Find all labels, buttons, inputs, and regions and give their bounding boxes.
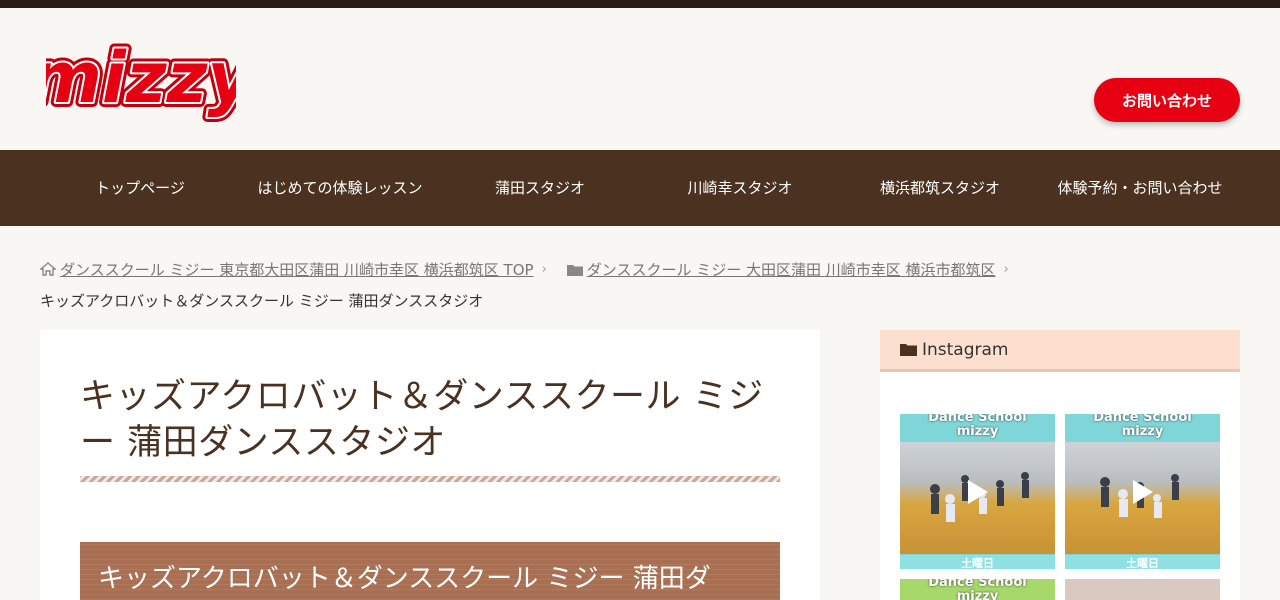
post-caption: 土曜日 [1065, 555, 1220, 569]
contact-button[interactable]: お問い合わせ [1094, 78, 1240, 122]
svg-text:mizzy: mizzy [46, 37, 236, 119]
widget-title-text: Instagram [922, 339, 1009, 360]
widget-title: Instagram [880, 330, 1240, 372]
top-bar [0, 0, 1280, 8]
instagram-post[interactable]: Dance School mizzy 土曜日 [1065, 414, 1220, 569]
section-heading-text: キッズアクロバット＆ダンススクール ミジー 蒲田ダ [98, 564, 711, 594]
nav-item-kamata[interactable]: 蒲田スタジオ [440, 150, 640, 226]
chevron-right-icon: › [541, 261, 547, 277]
nav-item-label: はじめての体験レッスン [257, 178, 423, 197]
nav-item-label: 横浜都筑スタジオ [879, 178, 1000, 197]
main-content: キッズアクロバット＆ダンススクール ミジー 蒲田ダンススタジオ キッズアクロバッ… [40, 330, 820, 600]
instagram-post[interactable]: Dance School mizzy 土曜日 [900, 414, 1055, 569]
page-title: キッズアクロバット＆ダンススクール ミジー 蒲田ダンススタジオ [80, 377, 764, 463]
home-icon [40, 262, 56, 276]
nav-item-trial[interactable]: はじめての体験レッスン [240, 150, 440, 226]
folder-icon [900, 344, 917, 356]
global-nav: トップページ はじめての体験レッスン 蒲田スタジオ 川崎幸スタジオ 横浜都筑スタ… [0, 150, 1280, 226]
nav-item-contact[interactable]: 体験予約・お問い合わせ [1040, 150, 1240, 226]
post-caption: mizzy [956, 424, 999, 439]
nav-item-label: 川崎幸スタジオ [687, 178, 793, 197]
post-caption: 土曜日 [900, 555, 1055, 569]
folder-icon [566, 264, 583, 276]
breadcrumb-home-link[interactable]: ダンススクール ミジー 東京都大田区蒲田 川崎市幸区 横浜都筑区 TOP [60, 259, 534, 280]
nav-item-label: 蒲田スタジオ [494, 178, 585, 197]
breadcrumb-current: キッズアクロバット＆ダンススクール ミジー 蒲田ダンススタジオ [40, 292, 484, 310]
play-icon [1133, 480, 1153, 504]
play-icon [968, 480, 988, 504]
post-caption: mizzy [956, 589, 999, 600]
sidebar: Instagram Dance School mizzy 土曜日 Dance S… [880, 330, 1240, 600]
chevron-right-icon: › [1003, 261, 1009, 277]
mizzy-logo[interactable]: mizzy mizzy mizzy [46, 30, 236, 134]
breadcrumb-category-link[interactable]: ダンススクール ミジー 大田区蒲田 川崎市幸区 横浜市都筑区 [587, 259, 996, 280]
post-caption: mizzy [1121, 424, 1164, 439]
section-heading: キッズアクロバット＆ダンススクール ミジー 蒲田ダ [80, 542, 780, 600]
site-header: mizzy mizzy mizzy お問い合わせ [0, 8, 1280, 150]
nav-item-top[interactable]: トップページ [40, 150, 240, 226]
nav-item-label: 体験予約・お問い合わせ [1057, 178, 1223, 197]
nav-item-label: トップページ [95, 178, 185, 197]
title-divider [80, 476, 780, 482]
nav-item-kawasaki[interactable]: 川崎幸スタジオ [640, 150, 840, 226]
nav-item-tsuzuki[interactable]: 横浜都筑スタジオ [840, 150, 1040, 226]
breadcrumb: ダンススクール ミジー 東京都大田区蒲田 川崎市幸区 横浜都筑区 TOP › ダ… [40, 258, 1240, 311]
instagram-post[interactable] [1065, 579, 1220, 600]
instagram-post[interactable]: Dance School mizzy [900, 579, 1055, 600]
